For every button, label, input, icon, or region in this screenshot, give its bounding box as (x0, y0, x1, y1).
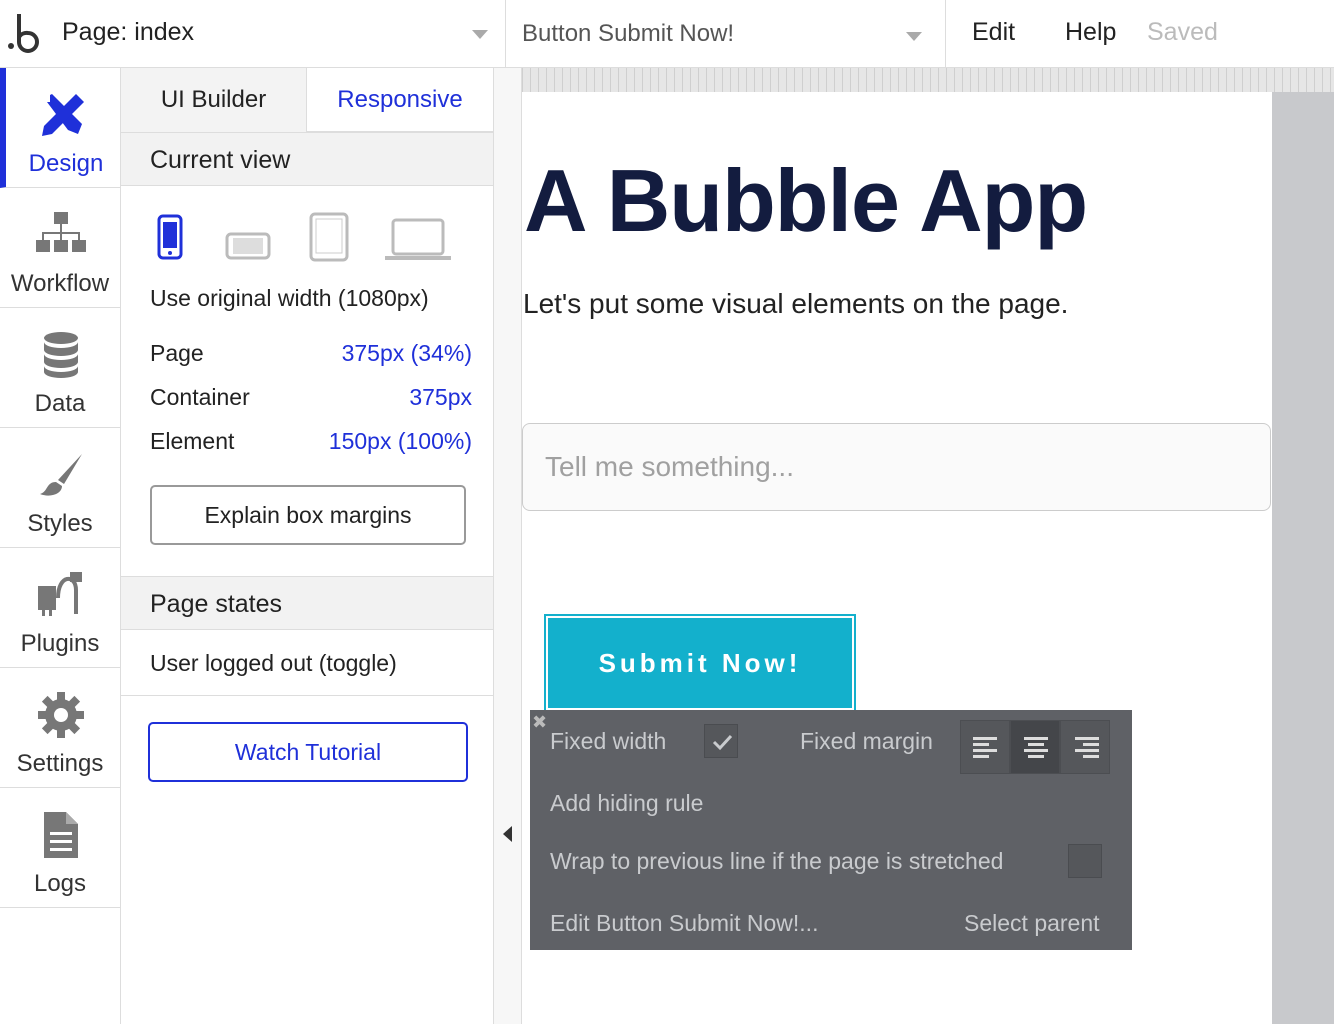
nav-logs-label: Logs (33, 870, 87, 897)
message-input[interactable] (522, 423, 1271, 511)
top-bar: Page: index Button Submit Now! Edit Help… (0, 0, 1334, 68)
container-width-label: Container (150, 384, 250, 410)
explain-box-margins-button[interactable]: Explain box margins (150, 485, 466, 545)
fixed-margin-label: Fixed margin (800, 728, 933, 754)
mobile-landscape-icon[interactable] (225, 232, 271, 260)
align-left-button[interactable] (960, 720, 1010, 774)
panel-tabs: UI Builder Responsive (121, 68, 493, 132)
close-icon[interactable]: ✖ (532, 712, 547, 733)
chevron-down-icon (906, 32, 922, 41)
canvas-outside-area (1272, 92, 1334, 1024)
chevron-down-icon (472, 30, 488, 39)
nav-workflow-label: Workflow (10, 270, 110, 297)
element-width-value: 150px (100%) (328, 428, 472, 454)
left-nav: Design Workflow Data Styles Plugins Sett… (0, 68, 121, 1024)
nav-styles-label: Styles (27, 510, 93, 537)
responsive-panel: UI Builder Responsive Current view Use o… (121, 68, 494, 1024)
canvas-ruler (522, 68, 1334, 92)
nav-plugins-label: Plugins (20, 630, 100, 657)
database-icon (44, 332, 78, 378)
page-width-label: Page (150, 340, 204, 366)
submit-now-button[interactable]: Submit Now! (544, 614, 856, 712)
document-icon (44, 812, 78, 858)
element-dropdown-label: Button Submit Now! (522, 20, 735, 47)
wrap-line-checkbox[interactable] (1068, 844, 1102, 878)
nav-logs[interactable]: Logs (0, 788, 120, 908)
align-center-icon (1024, 737, 1048, 758)
nav-workflow[interactable]: Workflow (0, 188, 120, 308)
page-dropdown[interactable]: Page: index (48, 0, 506, 67)
element-width-label: Element (150, 428, 235, 454)
page-state-label: User logged out (toggle) (150, 650, 397, 676)
gear-icon (38, 692, 84, 738)
app-title-text[interactable]: A Bubble App (524, 150, 1088, 252)
tablet-icon[interactable] (309, 212, 349, 262)
help-menu[interactable]: Help (1065, 18, 1116, 47)
align-right-button[interactable] (1060, 720, 1110, 774)
page-width-value: 375px (34%) (341, 340, 472, 366)
align-center-button[interactable] (1010, 720, 1060, 774)
edit-menu[interactable]: Edit (972, 18, 1015, 47)
fixed-width-checkbox[interactable] (704, 724, 738, 758)
tab-ui-builder[interactable]: UI Builder (121, 68, 307, 132)
nav-styles[interactable]: Styles (0, 428, 120, 548)
check-icon (712, 734, 733, 751)
save-status: Saved (1147, 18, 1218, 46)
page-state-row[interactable]: User logged out (toggle) (121, 630, 493, 696)
element-responsive-popover: ✖ Fixed width Fixed margin Add hiding ru… (530, 710, 1132, 950)
element-dropdown[interactable]: Button Submit Now! (506, 0, 946, 67)
nav-data[interactable]: Data (0, 308, 120, 428)
page-states-heading: Page states (121, 576, 493, 630)
design-icon (42, 94, 84, 136)
fixed-width-label: Fixed width (550, 728, 667, 754)
current-view-heading: Current view (121, 132, 493, 186)
mobile-icon[interactable] (157, 214, 183, 260)
add-hiding-rule-link[interactable]: Add hiding rule (550, 790, 703, 817)
align-left-icon (973, 737, 997, 758)
nav-design[interactable]: Design (0, 68, 120, 188)
bubble-logo[interactable] (4, 10, 48, 56)
wrap-line-label: Wrap to previous line if the page is str… (550, 848, 1004, 874)
tab-responsive[interactable]: Responsive (307, 68, 493, 132)
plug-icon (38, 572, 82, 616)
nav-settings-label: Settings (16, 750, 104, 777)
nav-plugins[interactable]: Plugins (0, 548, 120, 668)
nav-data-label: Data (34, 390, 86, 417)
collapse-arrow-icon[interactable] (503, 826, 512, 842)
original-width-option[interactable]: Use original width (1080px) (150, 285, 429, 312)
select-parent-link[interactable]: Select parent (964, 910, 1100, 937)
nav-settings[interactable]: Settings (0, 668, 120, 788)
page-dropdown-label: Page: index (62, 18, 195, 46)
panel-gutter (494, 68, 522, 1024)
nav-design-label: Design (28, 150, 104, 177)
container-width-value: 375px (409, 384, 472, 410)
brush-icon (40, 454, 82, 496)
watch-tutorial-button[interactable]: Watch Tutorial (148, 722, 468, 782)
laptop-icon[interactable] (385, 218, 451, 262)
edit-element-link[interactable]: Edit Button Submit Now!... (550, 910, 818, 937)
align-right-icon (1075, 737, 1099, 758)
workflow-icon (36, 212, 86, 252)
app-subtitle-text[interactable]: Let's put some visual elements on the pa… (523, 288, 1068, 320)
